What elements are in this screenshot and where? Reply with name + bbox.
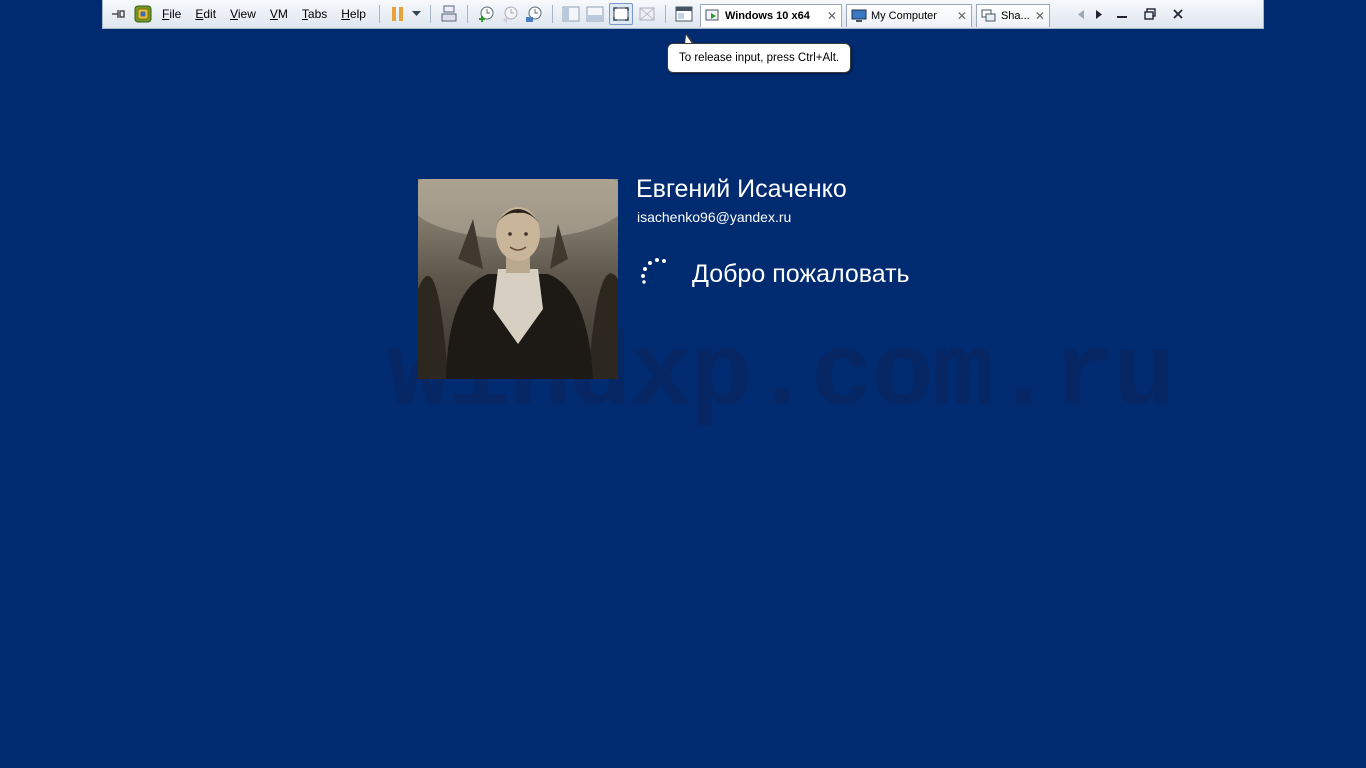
tab-my-computer[interactable]: My Computer ✕ (845, 4, 972, 27)
menu-vm[interactable]: VM (263, 3, 295, 25)
pause-icon[interactable] (386, 3, 410, 25)
tab-close-icon[interactable]: ✕ (827, 9, 837, 23)
user-name: Евгений Исаченко (636, 175, 847, 203)
unity-icon[interactable] (635, 3, 659, 25)
snapshot-icon[interactable] (474, 3, 498, 25)
scroll-tabs-right-icon[interactable] (1090, 3, 1108, 25)
vmware-toolbar: File Edit View VM Tabs Help Windows 10 x… (102, 0, 1264, 29)
welcome-status: Добро пожаловать (692, 260, 910, 288)
menu-edit[interactable]: Edit (188, 3, 223, 25)
release-input-tooltip: To release input, press Ctrl+Alt. (667, 43, 852, 73)
vm-running-icon (705, 9, 721, 23)
separator (466, 5, 468, 23)
tab-shared-vms[interactable]: Sha... ✕ (975, 4, 1050, 27)
full-screen-icon[interactable] (608, 3, 633, 25)
scroll-tabs-left-icon[interactable] (1072, 3, 1090, 25)
menu-view[interactable]: View (223, 3, 263, 25)
thumbnail-bar-icon[interactable] (583, 3, 607, 25)
restore-icon[interactable] (1136, 3, 1164, 25)
computer-icon (851, 9, 867, 23)
show-library-icon[interactable] (559, 3, 583, 25)
separator (664, 5, 666, 23)
close-icon[interactable] (1164, 3, 1192, 25)
pin-toolbar-icon[interactable] (107, 3, 131, 25)
user-email: isachenko96@yandex.ru (637, 209, 792, 225)
power-dropdown-icon[interactable] (410, 3, 424, 25)
tab-label: My Computer (870, 10, 937, 22)
menu-tabs[interactable]: Tabs (295, 3, 334, 25)
separator (429, 5, 431, 23)
shared-vms-icon (981, 9, 997, 23)
snapshot-manager-icon[interactable] (522, 3, 546, 25)
menu-help[interactable]: Help (334, 3, 373, 25)
tab-windows-10-x64[interactable]: Windows 10 x64 ✕ (699, 4, 842, 27)
vmware-logo-icon[interactable] (131, 3, 155, 25)
tab-label: Sha... (1000, 10, 1030, 22)
send-ctrl-alt-del-icon[interactable] (437, 3, 461, 25)
separator (378, 5, 380, 23)
console-view-icon[interactable] (672, 3, 696, 25)
revert-snapshot-icon[interactable] (498, 3, 522, 25)
user-avatar (418, 179, 618, 379)
menu-file[interactable]: File (155, 3, 188, 25)
tab-close-icon[interactable]: ✕ (957, 9, 967, 23)
separator (551, 5, 553, 23)
minimize-icon[interactable] (1108, 3, 1136, 25)
tab-label: Windows 10 x64 (724, 10, 810, 22)
tab-close-icon[interactable]: ✕ (1035, 9, 1045, 23)
loading-spinner-icon (638, 256, 670, 288)
